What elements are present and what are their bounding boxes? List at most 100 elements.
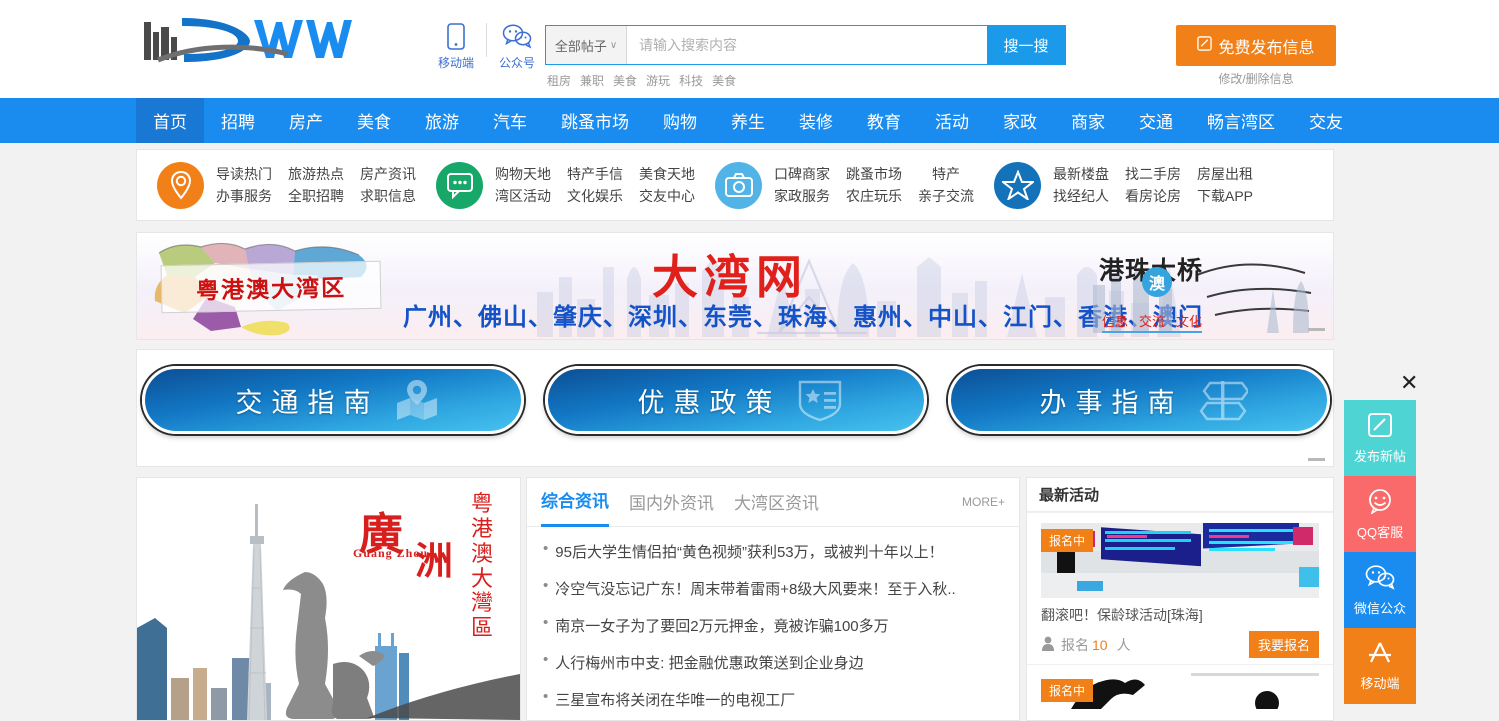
quicklink-item[interactable]: 最新楼盘 xyxy=(1053,164,1109,184)
quicklink-item[interactable]: 跳蚤市场 xyxy=(846,164,902,184)
quicklink-item[interactable]: 找二手房 xyxy=(1125,164,1181,184)
nav-item-11[interactable]: 活动 xyxy=(918,98,986,143)
quicklink-item[interactable]: 文化娱乐 xyxy=(567,186,623,206)
nav-item-6[interactable]: 跳蚤市场 xyxy=(544,98,646,143)
nav-item-10[interactable]: 教育 xyxy=(850,98,918,143)
bullet-icon: • xyxy=(543,651,549,668)
banner-tag[interactable]: 文化 xyxy=(1176,311,1202,330)
big-button-traffic-guide[interactable]: 交通指南 xyxy=(142,366,524,434)
hotword[interactable]: 租房 xyxy=(547,72,571,89)
nav-item-16[interactable]: 交友 xyxy=(1292,98,1360,143)
nav-item-13[interactable]: 商家 xyxy=(1054,98,1122,143)
guangzhou-feature-image[interactable]: 廣 洲 Guang Zhou 粤港澳大灣區 xyxy=(136,477,521,721)
nav-item-4[interactable]: 旅游 xyxy=(408,98,476,143)
search-category-select[interactable]: 全部帖子 ∨ xyxy=(546,26,627,64)
float-item-1[interactable]: QQ客服 xyxy=(1344,476,1416,552)
quicklink-item[interactable]: 房产资讯 xyxy=(360,164,416,184)
banner-tag[interactable]: 信息 xyxy=(1102,311,1128,330)
quicklink-item[interactable]: 房屋出租 xyxy=(1197,164,1253,184)
nav-item-9[interactable]: 装修 xyxy=(782,98,850,143)
activity-card[interactable]: 报名中 xyxy=(1027,664,1333,709)
hotword[interactable]: 兼职 xyxy=(580,72,604,89)
search-button[interactable]: 搜一搜 xyxy=(987,26,1065,64)
publish-info-button[interactable]: 免费发布信息 xyxy=(1176,25,1336,66)
float-item-3[interactable]: 移动端 xyxy=(1344,628,1416,704)
seal-stamp: 粤港澳大湾区 xyxy=(160,260,382,314)
nav-item-15[interactable]: 畅言湾区 xyxy=(1190,98,1292,143)
news-item[interactable]: • 冷空气没忘记广东！周末带着雷雨+8级大风要来！至于入秋.. xyxy=(543,570,1003,607)
main-nav: 首页 招聘 房产 美食 旅游 汽车 跳蚤市场 购物 养生 装修 教育 活动 家政 商家 交通 畅言湾区 交友 xyxy=(0,98,1499,143)
nav-item-2[interactable]: 房产 xyxy=(272,98,340,143)
mobile-entry[interactable]: 移动端 xyxy=(432,21,480,71)
tab-bay-area-news[interactable]: 大湾区资讯 xyxy=(734,479,819,526)
quicklink-item[interactable]: 找经纪人 xyxy=(1053,186,1109,206)
tab-domestic-international-news[interactable]: 国内外资讯 xyxy=(629,479,714,526)
activity-status-badge: 报名中 xyxy=(1041,679,1094,702)
quicklink-item[interactable]: 农庄玩乐 xyxy=(846,186,902,206)
big-button-label: 交通指南 xyxy=(235,387,380,418)
star-icon[interactable] xyxy=(994,161,1041,209)
pencil-square-icon xyxy=(1367,412,1393,441)
big-button-policy[interactable]: 优惠政策 xyxy=(545,366,927,434)
location-pin-icon[interactable] xyxy=(157,161,204,209)
banner-collapse-handle[interactable] xyxy=(1308,328,1325,331)
news-item[interactable]: • 人行梅州市中支: 把金融优惠政策送到企业身边 xyxy=(543,644,1003,681)
quicklink-item[interactable]: 办事服务 xyxy=(216,186,272,206)
header-icon-divider xyxy=(486,23,487,57)
modify-delete-link[interactable]: 修改/删除信息 xyxy=(1176,70,1336,87)
quicklink-item[interactable]: 特产手信 xyxy=(567,164,623,184)
news-item-title: 人行梅州市中支: 把金融优惠政策送到企业身边 xyxy=(555,655,864,672)
float-item-0[interactable]: 发布新帖 xyxy=(1344,400,1416,476)
quicklink-item[interactable]: 看房论房 xyxy=(1125,186,1181,206)
quicklink-item[interactable]: 求职信息 xyxy=(360,186,416,206)
quicklink-item[interactable]: 旅游热点 xyxy=(288,164,344,184)
tab-comprehensive-news[interactable]: 综合资讯 xyxy=(541,477,609,527)
quicklink-item[interactable]: 美食天地 xyxy=(639,164,695,184)
nav-item-0[interactable]: 首页 xyxy=(136,98,204,143)
news-item[interactable]: • 南京一女子为了要回2万元押金，竟被诈骗100多万 xyxy=(543,607,1003,644)
hotword[interactable]: 美食 xyxy=(712,72,736,89)
banner-tag[interactable]: 交流 xyxy=(1139,311,1165,330)
wechat-entry[interactable]: 公众号 xyxy=(493,21,541,71)
nav-item-5[interactable]: 汽车 xyxy=(476,98,544,143)
big-button-service-guide[interactable]: 办事指南 xyxy=(948,366,1330,434)
float-item-label: 移动端 xyxy=(1360,675,1400,691)
nav-item-1[interactable]: 招聘 xyxy=(204,98,272,143)
nav-item-8[interactable]: 养生 xyxy=(714,98,782,143)
quicklink-item[interactable]: 湾区活动 xyxy=(495,186,551,206)
news-list: • 95后大学生情侣拍“黄色视频”获利53万，或被判十年以上！ • 冷空气没忘记广东！… xyxy=(527,527,1019,721)
quicklink-item[interactable]: 下载APP xyxy=(1197,186,1253,206)
news-more-link[interactable]: MORE+ xyxy=(962,495,1005,509)
activity-join-button[interactable]: 我要报名 xyxy=(1248,631,1319,658)
news-item[interactable]: • 三星宣布将关闭在华唯一的电视工厂 xyxy=(543,681,1003,718)
hotword[interactable]: 美食 xyxy=(613,72,637,89)
nav-item-7[interactable]: 购物 xyxy=(646,98,714,143)
activity-title[interactable]: 翻滚吧！保龄球活动[珠海] xyxy=(1041,605,1319,625)
news-tabs: 综合资讯 国内外资讯 大湾区资讯 MORE+ xyxy=(527,478,1019,527)
quicklink-item[interactable]: 亲子交流 xyxy=(918,186,974,206)
quicklink-item[interactable]: 特产 xyxy=(918,164,974,184)
close-icon[interactable]: ✕ xyxy=(1400,372,1418,394)
float-item-2[interactable]: 微信公众 xyxy=(1344,552,1416,628)
nav-item-14[interactable]: 交通 xyxy=(1122,98,1190,143)
search-input[interactable] xyxy=(627,26,987,64)
news-item-title: 南京一女子为了要回2万元押金，竟被诈骗100多万 xyxy=(555,618,889,635)
camera-icon[interactable] xyxy=(715,161,762,209)
big-buttons-collapse-handle[interactable] xyxy=(1308,458,1325,461)
activity-card[interactable]: 报名中 翻滚吧！保龄球活动[珠海] 报名 10 人 我要报名 xyxy=(1027,512,1333,658)
news-item[interactable]: • 95后大学生情侣拍“黄色视频”获利53万，或被判十年以上！ xyxy=(543,533,1003,570)
quicklink-item[interactable]: 全职招聘 xyxy=(288,186,344,206)
hotword[interactable]: 游玩 xyxy=(646,72,670,89)
quicklink-item[interactable]: 购物天地 xyxy=(495,164,551,184)
quicklink-group-links: 导读热门 旅游热点 房产资讯办事服务 全职招聘 求职信息 xyxy=(216,164,416,206)
quicklink-item[interactable]: 家政服务 xyxy=(774,186,830,206)
quicklink-item[interactable]: 交友中心 xyxy=(639,186,695,206)
nav-item-12[interactable]: 家政 xyxy=(986,98,1054,143)
chat-bubble-icon[interactable] xyxy=(436,161,483,209)
nav-item-3[interactable]: 美食 xyxy=(340,98,408,143)
hotword[interactable]: 科技 xyxy=(679,72,703,89)
quicklink-item[interactable]: 导读热门 xyxy=(216,164,272,184)
bay-area-banner[interactable]: 粤港澳大湾区 大湾网 广州、佛山、肇庆、深圳、东莞、珠海、惠州、中山、江门、香港… xyxy=(136,232,1334,340)
quicklink-item[interactable]: 口碑商家 xyxy=(774,164,830,184)
site-logo[interactable]: 大湾网 大湾网 xyxy=(138,10,378,72)
